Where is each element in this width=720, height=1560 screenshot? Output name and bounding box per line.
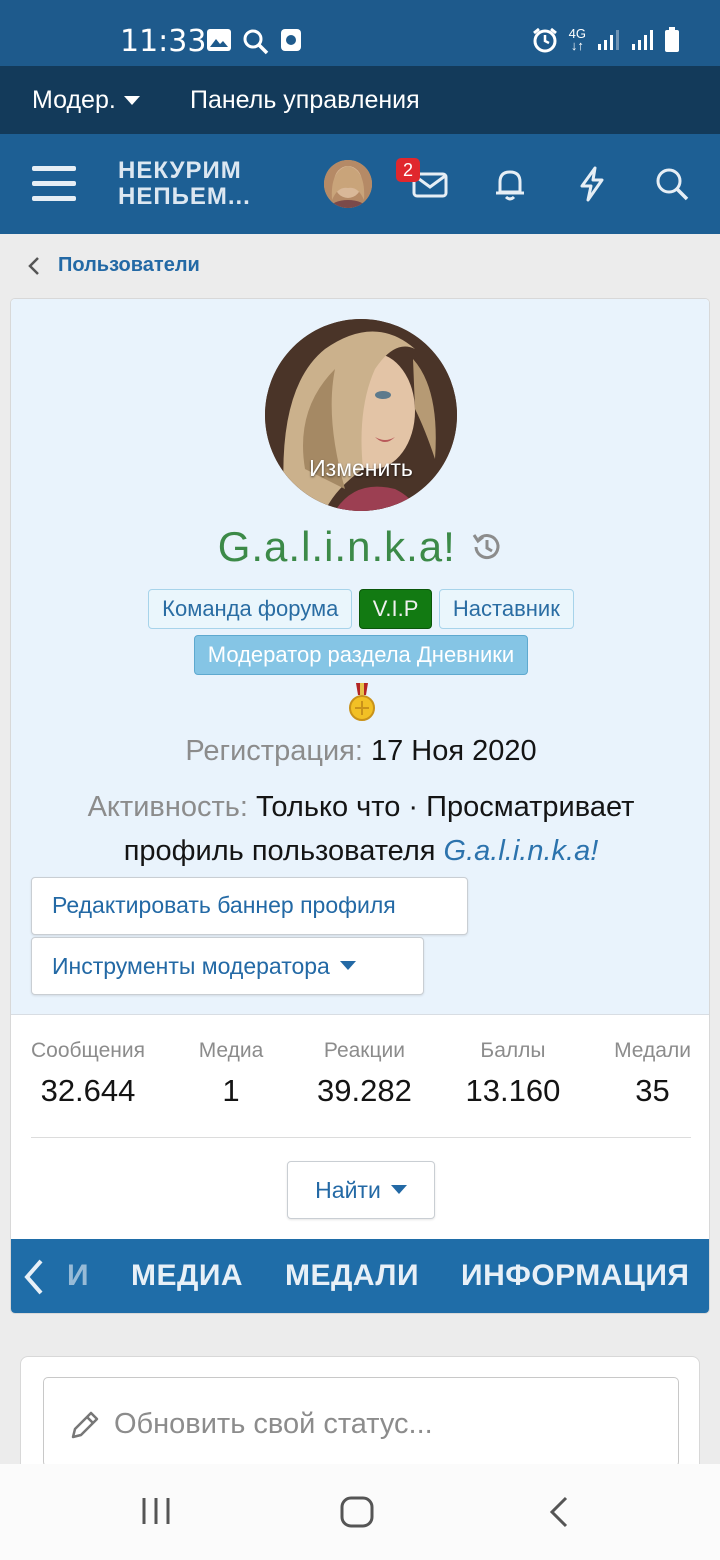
status-bar: 11:33 4G ↓↑	[0, 0, 720, 66]
alarm-icon	[532, 27, 557, 53]
stat-value: 35	[635, 1073, 670, 1108]
activity-user-link[interactable]: G.a.l.i.n.k.a!	[444, 835, 599, 867]
tab-information[interactable]: ИНФОРМАЦИЯ	[461, 1259, 689, 1293]
menu-icon[interactable]	[32, 166, 76, 202]
find-button[interactable]: Найти	[287, 1161, 435, 1219]
activity-row: Активность: Только что · Просматривает п…	[31, 785, 691, 873]
nav-bar: НЕКУРИМ НЕПЬЕМ... 2	[0, 134, 720, 234]
status-input[interactable]: Обновить свой статус...	[43, 1377, 679, 1467]
username-row: G.a.l.i.n.k.a!	[11, 523, 709, 571]
edit-banner-button[interactable]: Редактировать баннер профиля	[31, 877, 468, 935]
search-icon[interactable]	[652, 164, 692, 204]
stat-label: Медали	[614, 1039, 691, 1062]
staff-bar: Модер. Панель управления	[0, 66, 720, 134]
recent-apps-icon[interactable]	[140, 1496, 172, 1526]
stat-label: Реакции	[323, 1039, 405, 1062]
stat-reactions[interactable]: Реакции 39.282	[317, 1039, 412, 1109]
profile-tabs: И МЕДИА МЕДАЛИ ИНФОРМАЦИЯ	[11, 1239, 709, 1313]
stat-medals[interactable]: Медали 35	[614, 1039, 691, 1109]
tabs-scroll-left-icon[interactable]	[19, 1257, 49, 1297]
moderator-tools-label: Инструменты модератора	[52, 952, 330, 979]
tab-partial[interactable]: И	[67, 1259, 89, 1293]
registration-row: Регистрация: 17 Ноя 2020	[11, 735, 709, 768]
logo-line-2: НЕПЬЕМ...	[118, 183, 251, 210]
profile-card: Изменить G.a.l.i.n.k.a! Команда форума V…	[10, 298, 710, 1314]
profile-header: Изменить G.a.l.i.n.k.a! Команда форума V…	[11, 299, 709, 1015]
user-banners: Команда форума V.I.P Наставник Модератор…	[11, 589, 709, 681]
bell-icon[interactable]	[490, 164, 530, 204]
search-status-icon	[243, 29, 269, 55]
avatar-image	[324, 160, 372, 208]
lightning-icon[interactable]	[572, 164, 612, 204]
battery-icon	[665, 27, 679, 52]
stat-label: Баллы	[480, 1039, 546, 1062]
history-icon[interactable]	[468, 529, 504, 565]
chevron-left-icon	[28, 256, 39, 275]
tab-medals[interactable]: МЕДАЛИ	[285, 1259, 419, 1293]
signal-2-icon	[632, 30, 653, 50]
signal-icon	[598, 30, 619, 50]
status-time: 11:33	[120, 24, 207, 59]
back-icon[interactable]	[548, 1496, 570, 1528]
banner-vip: V.I.P	[358, 589, 433, 629]
stat-media[interactable]: Медиа 1	[199, 1039, 264, 1109]
stat-value: 13.160	[465, 1073, 561, 1108]
tab-media[interactable]: МЕДИА	[131, 1259, 243, 1293]
find-label: Найти	[315, 1176, 381, 1203]
medal-icon[interactable]	[347, 683, 377, 723]
stat-value: 1	[222, 1073, 240, 1108]
caret-down-icon	[339, 961, 356, 970]
breadcrumb-label: Пользователи	[58, 254, 200, 276]
status-placeholder: Обновить свой статус...	[114, 1408, 433, 1440]
stat-value: 39.282	[317, 1073, 412, 1108]
stat-label: Сообщения	[31, 1039, 145, 1062]
breadcrumb[interactable]: Пользователи	[28, 254, 200, 277]
home-icon[interactable]	[340, 1496, 374, 1528]
banner-mentor: Наставник	[438, 589, 574, 629]
site-logo[interactable]: НЕКУРИМ НЕПЬЕМ...	[118, 158, 251, 210]
moderator-tools-button[interactable]: Инструменты модератора	[31, 937, 424, 995]
profile-stats: Сообщения 32.644 Медиа 1 Реакции 39.282 Бал…	[31, 1039, 691, 1109]
change-avatar-label: Изменить	[309, 455, 413, 481]
user-avatar[interactable]	[324, 160, 372, 208]
moderator-menu[interactable]: Модер.	[32, 86, 140, 115]
activity-label: Активность:	[87, 791, 248, 823]
banner-moderator: Модератор раздела Дневники	[193, 635, 529, 675]
control-panel-link[interactable]: Панель управления	[190, 86, 420, 115]
logo-line-1: НЕКУРИМ	[118, 157, 242, 184]
app-status-icon	[281, 29, 301, 51]
profile-avatar[interactable]: Изменить	[265, 319, 457, 511]
divider	[31, 1137, 691, 1138]
gallery-icon	[207, 29, 231, 51]
pencil-icon	[71, 1411, 99, 1439]
registration-label: Регистрация:	[185, 735, 363, 767]
moderator-label: Модер.	[32, 86, 116, 114]
system-nav-bar	[0, 1464, 720, 1560]
stat-points[interactable]: Баллы 13.160	[466, 1039, 561, 1109]
username: G.a.l.i.n.k.a!	[217, 523, 456, 570]
network-type: 4G ↓↑	[568, 26, 586, 53]
profile-avatar-image	[265, 319, 457, 511]
caret-down-icon	[390, 1185, 407, 1194]
inbox-badge: 2	[396, 158, 420, 182]
stat-messages[interactable]: Сообщения 32.644	[31, 1039, 145, 1109]
caret-down-icon	[123, 95, 140, 105]
registration-date: 17 Ноя 2020	[370, 735, 537, 767]
banner-team: Команда форума	[148, 589, 353, 629]
stat-label: Медиа	[198, 1039, 264, 1062]
stat-value: 32.644	[40, 1073, 136, 1108]
